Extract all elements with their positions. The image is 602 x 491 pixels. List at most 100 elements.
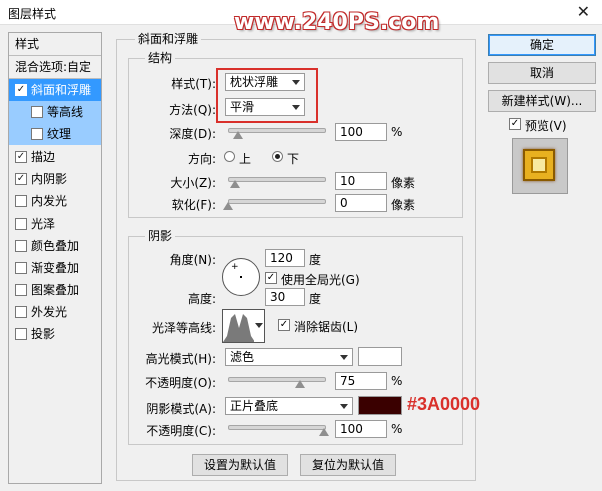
highlight-opacity-input[interactable]: 75 bbox=[335, 372, 387, 390]
checkbox-inner-glow[interactable] bbox=[15, 195, 27, 207]
checkbox-texture[interactable] bbox=[31, 128, 43, 140]
shadow-opacity-label: 不透明度(C): bbox=[146, 424, 216, 438]
angle-unit: 度 bbox=[309, 253, 322, 267]
list-item-inner-glow[interactable]: 内发光 bbox=[9, 190, 101, 212]
checkbox-inner-shadow[interactable]: ✓ bbox=[15, 173, 27, 185]
size-slider-handle[interactable] bbox=[229, 180, 240, 188]
preview-frame-inner bbox=[531, 157, 547, 173]
highlight-mode-label: 高光模式(H): bbox=[145, 352, 216, 366]
depth-input[interactable]: 100 bbox=[335, 123, 387, 141]
chevron-down-icon bbox=[340, 355, 348, 360]
shadow-color-swatch[interactable] bbox=[358, 396, 402, 415]
direction-down-radio[interactable] bbox=[272, 151, 283, 162]
preview-frame-outer bbox=[523, 149, 555, 181]
angle-input[interactable]: 120 bbox=[265, 249, 305, 267]
size-unit: 像素 bbox=[391, 176, 416, 190]
soften-slider-track[interactable] bbox=[228, 199, 326, 204]
shadow-opacity-unit: % bbox=[391, 422, 403, 436]
watermark-text: www.240PS.com bbox=[234, 10, 440, 35]
highlight-opacity-slider-track[interactable] bbox=[228, 377, 326, 382]
checkbox-contour[interactable] bbox=[31, 106, 43, 118]
list-item-label: 描边 bbox=[31, 150, 56, 164]
checkbox-pattern-overlay[interactable] bbox=[15, 284, 27, 296]
shading-title: 阴影 bbox=[145, 227, 176, 244]
antialias-checkbox[interactable]: ✓ bbox=[278, 319, 290, 331]
list-item-label: 纹理 bbox=[47, 127, 72, 141]
shadow-opacity-slider-handle[interactable] bbox=[319, 428, 329, 436]
depth-slider-track[interactable] bbox=[228, 128, 326, 133]
ok-button[interactable]: 确定 bbox=[488, 34, 596, 56]
direction-up-radio[interactable] bbox=[224, 151, 235, 162]
shadow-opacity-input[interactable]: 100 bbox=[335, 420, 387, 438]
depth-label: 深度(D): bbox=[169, 127, 216, 141]
shadow-mode-value: 正片叠底 bbox=[230, 399, 279, 413]
chevron-down-icon bbox=[255, 323, 263, 328]
direction-label: 方向: bbox=[187, 152, 216, 166]
list-item-drop-shadow[interactable]: 投影 bbox=[9, 323, 101, 345]
contour-curve-icon bbox=[223, 314, 255, 342]
highlight-mode-value: 滤色 bbox=[230, 350, 255, 364]
gloss-contour-thumbnail[interactable] bbox=[222, 309, 256, 343]
soften-input[interactable]: 0 bbox=[335, 194, 387, 212]
reset-default-button[interactable]: 复位为默认值 bbox=[300, 454, 396, 476]
shadow-opacity-slider-track[interactable] bbox=[228, 425, 326, 430]
preview-checkbox[interactable]: ✓ bbox=[509, 118, 521, 130]
highlight-mode-dropdown[interactable]: 滤色 bbox=[225, 348, 353, 366]
highlight-opacity-label: 不透明度(O): bbox=[145, 376, 216, 390]
style-label: 样式(T): bbox=[171, 77, 216, 91]
size-label: 大小(Z): bbox=[170, 176, 216, 190]
shadow-color-annotation: #3A0000 bbox=[407, 394, 481, 414]
list-item-bevel[interactable]: ✓ 斜面和浮雕 bbox=[9, 79, 101, 101]
list-item-satin[interactable]: 光泽 bbox=[9, 213, 101, 235]
checkbox-satin[interactable] bbox=[15, 218, 27, 230]
highlight-opacity-unit: % bbox=[391, 374, 403, 388]
highlight-opacity-slider-handle[interactable] bbox=[295, 380, 305, 388]
list-item-label: 投影 bbox=[31, 327, 56, 341]
make-default-button[interactable]: 设置为默认值 bbox=[192, 454, 288, 476]
size-slider-track[interactable] bbox=[228, 177, 326, 182]
soften-unit: 像素 bbox=[391, 198, 416, 212]
shadow-mode-dropdown[interactable]: 正片叠底 bbox=[225, 397, 353, 415]
new-style-button[interactable]: 新建样式(W)... bbox=[488, 90, 596, 112]
altitude-input[interactable]: 30 bbox=[265, 288, 305, 306]
list-item-inner-shadow[interactable]: ✓ 内阴影 bbox=[9, 168, 101, 190]
global-light-checkbox[interactable]: ✓ bbox=[265, 272, 277, 284]
cancel-button[interactable]: 取消 bbox=[488, 62, 596, 84]
close-icon[interactable]: ✕ bbox=[577, 2, 590, 21]
checkbox-stroke[interactable]: ✓ bbox=[15, 151, 27, 163]
list-item-texture[interactable]: 纹理 bbox=[9, 123, 101, 145]
highlight-color-swatch[interactable] bbox=[358, 347, 402, 366]
technique-dropdown[interactable]: 平滑 bbox=[225, 98, 305, 116]
blend-options-label: 混合选项:自定 bbox=[15, 60, 92, 74]
depth-slider-handle[interactable] bbox=[232, 131, 243, 139]
chevron-down-icon bbox=[292, 80, 300, 85]
bevel-emboss-title: 斜面和浮雕 bbox=[135, 30, 202, 47]
list-item-color-overlay[interactable]: 颜色叠加 bbox=[9, 235, 101, 257]
checkbox-drop-shadow[interactable] bbox=[15, 328, 27, 340]
style-dropdown[interactable]: 枕状浮雕 bbox=[225, 73, 305, 91]
styles-header[interactable]: 样式 bbox=[9, 33, 101, 55]
style-list-panel: 样式 混合选项:自定 ✓ 斜面和浮雕 等高线 纹理 ✓ 描边 ✓ 内阴影 内发光… bbox=[8, 32, 102, 484]
soften-slider-handle[interactable] bbox=[223, 202, 233, 210]
window-title: 图层样式 bbox=[8, 7, 57, 21]
list-item-label: 斜面和浮雕 bbox=[31, 83, 92, 97]
checkbox-bevel[interactable]: ✓ bbox=[15, 84, 27, 96]
altitude-unit: 度 bbox=[309, 292, 322, 306]
list-item-label: 内发光 bbox=[31, 194, 68, 208]
list-item-contour[interactable]: 等高线 bbox=[9, 101, 101, 123]
dial-center-dot bbox=[240, 276, 242, 278]
checkbox-color-overlay[interactable] bbox=[15, 240, 27, 252]
checkbox-gradient-overlay[interactable] bbox=[15, 262, 27, 274]
list-item-pattern-overlay[interactable]: 图案叠加 bbox=[9, 279, 101, 301]
list-item-gradient-overlay[interactable]: 渐变叠加 bbox=[9, 257, 101, 279]
size-input[interactable]: 10 bbox=[335, 172, 387, 190]
blend-options-item[interactable]: 混合选项:自定 bbox=[9, 56, 101, 78]
gloss-contour-label: 光泽等高线: bbox=[151, 321, 216, 335]
gloss-contour-dropdown[interactable] bbox=[254, 309, 265, 343]
list-item-stroke[interactable]: ✓ 描边 bbox=[9, 146, 101, 168]
checkbox-outer-glow[interactable] bbox=[15, 306, 27, 318]
list-item-outer-glow[interactable]: 外发光 bbox=[9, 301, 101, 323]
angle-dial[interactable]: + bbox=[222, 258, 260, 296]
technique-label: 方法(Q): bbox=[169, 103, 216, 117]
soften-label: 软化(F): bbox=[171, 198, 216, 212]
